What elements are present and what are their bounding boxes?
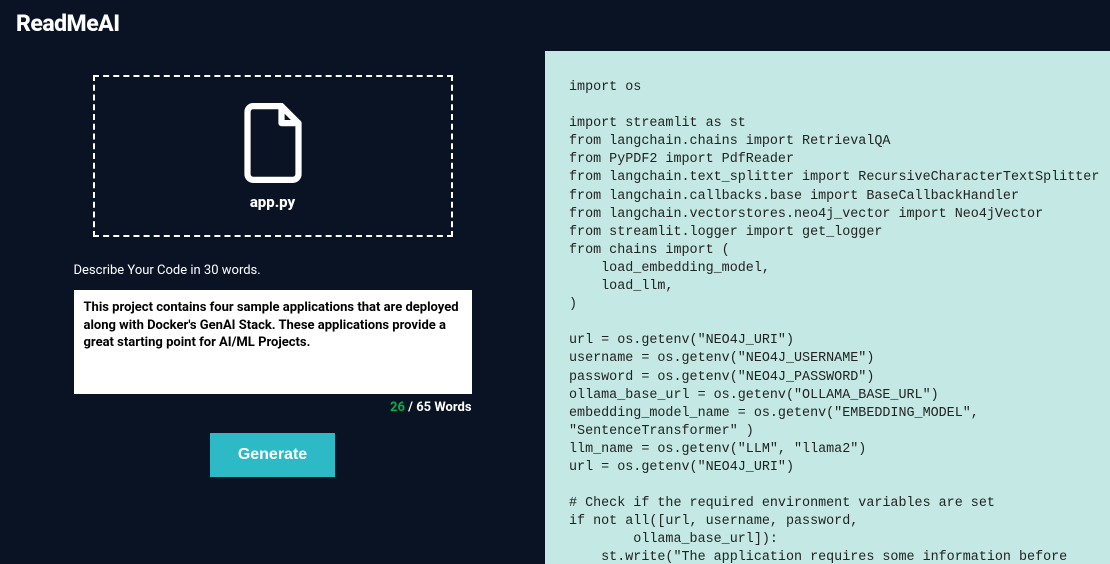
main-content: app.py Describe Your Code in 30 words. 2… [0, 51, 1110, 564]
code-preview: import os import streamlit as st from la… [569, 79, 1094, 564]
word-count-current: 26 [390, 400, 405, 415]
word-count: 26 / 65 Words [74, 400, 472, 415]
app-header: ReadMeAI [0, 0, 1110, 51]
code-panel: import os import streamlit as st from la… [545, 51, 1110, 564]
description-input[interactable] [74, 290, 472, 394]
word-count-max: / 65 Words [405, 400, 472, 415]
generate-button[interactable]: Generate [210, 433, 335, 477]
uploaded-filename: app.py [250, 193, 295, 211]
left-panel: app.py Describe Your Code in 30 words. 2… [0, 51, 545, 564]
description-label: Describe Your Code in 30 words. [74, 263, 472, 278]
app-logo: ReadMeAI [16, 10, 1094, 37]
file-icon [239, 101, 307, 185]
file-dropzone[interactable]: app.py [93, 75, 453, 237]
